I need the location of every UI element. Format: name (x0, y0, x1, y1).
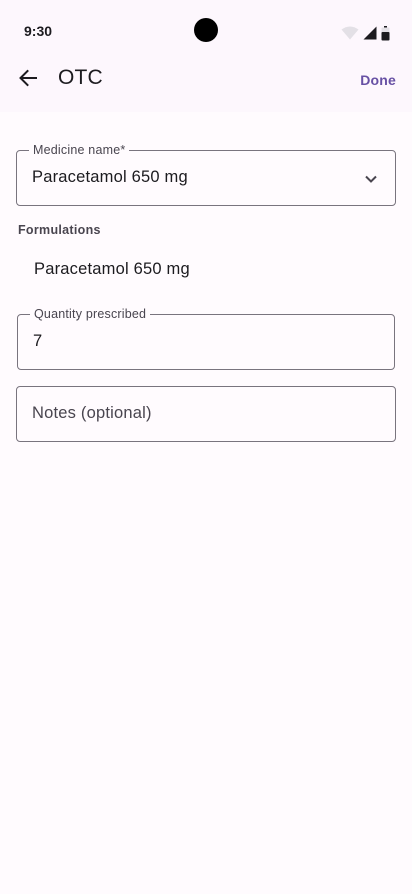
top-app-bar: OTC Done (0, 60, 412, 112)
page-title: OTC (58, 66, 103, 89)
done-button[interactable]: Done (360, 72, 396, 88)
quantity-prescribed-label: Quantity prescribed (30, 307, 151, 321)
chevron-down-icon[interactable] (361, 169, 381, 189)
quantity-prescribed-field[interactable]: Quantity prescribed 7 (17, 307, 395, 370)
wifi-icon (341, 26, 359, 40)
status-time: 9:30 (24, 23, 53, 39)
medicine-name-label: Medicine name* (29, 143, 130, 157)
cellular-signal-icon (363, 26, 377, 40)
status-icons (341, 25, 390, 41)
medicine-name-value: Paracetamol 650 mg (32, 168, 188, 186)
formulations-label: Formulations (18, 223, 101, 237)
medicine-name-dropdown[interactable]: Medicine name* Paracetamol 650 mg (16, 143, 396, 206)
notes-placeholder: Notes (optional) (32, 404, 152, 422)
camera-cutout (194, 18, 218, 42)
notes-field[interactable]: Notes (optional) (16, 386, 396, 442)
back-button[interactable] (14, 66, 42, 94)
quantity-prescribed-value: 7 (33, 332, 43, 350)
arrow-back-icon (18, 68, 38, 93)
formulation-item[interactable]: Paracetamol 650 mg (34, 260, 190, 279)
battery-icon (381, 25, 390, 41)
status-bar: 9:30 (0, 0, 412, 60)
